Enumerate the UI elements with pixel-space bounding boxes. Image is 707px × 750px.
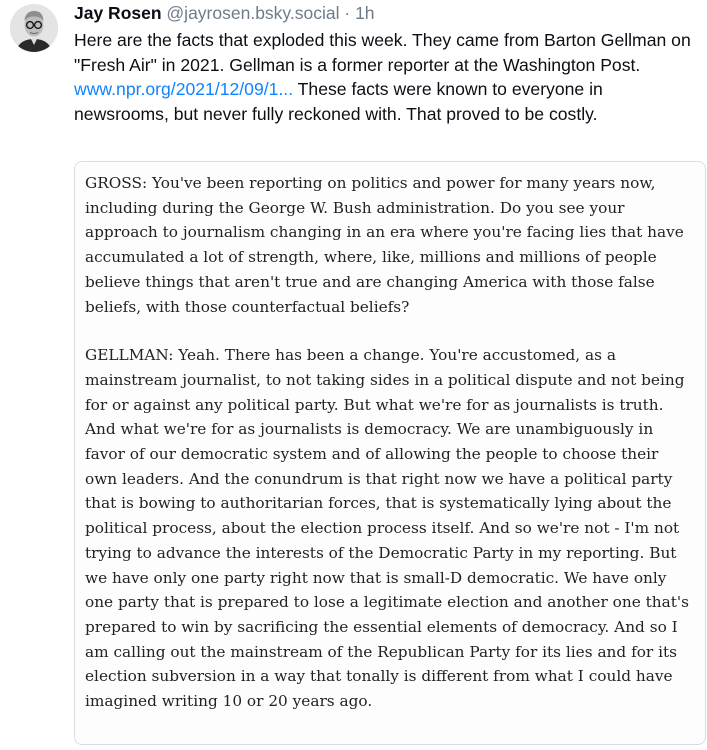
transcript-line: beliefs, with those counterfactual belie… [85, 297, 410, 316]
transcript-line: imagined writing 10 or 20 years ago. [85, 692, 373, 711]
transcript-line: election subversion in a way that tonall… [85, 667, 673, 686]
transcript-line: believe things that aren't true and are … [85, 272, 655, 291]
post-text-intro: Here are the facts that exploded this we… [74, 30, 691, 75]
transcript-line: one party that is prepared to lose a leg… [85, 593, 689, 612]
transcript-line: GELLMAN: Yeah. There has been a change. … [85, 346, 616, 365]
header-separator: · [344, 3, 351, 23]
transcript-text: GROSS: You've been reporting on politics… [85, 171, 703, 714]
transcript-line: political process, about the election pr… [85, 519, 680, 538]
transcript-line: favor of our democratic system and of al… [85, 445, 659, 464]
post-link[interactable]: www.npr.org/2021/12/09/1... [74, 79, 293, 99]
transcript-image[interactable]: GROSS: You've been reporting on politics… [74, 161, 706, 745]
transcript-line: And what we're for as journalists is dem… [85, 420, 654, 439]
transcript-line: mainstream journalist, to not taking sid… [85, 370, 685, 389]
transcript-line: for or against any political party. But … [85, 395, 664, 414]
transcript-line: we have only one party right now that is… [85, 568, 667, 587]
transcript-line: am calling out the mainstream of the Rep… [85, 642, 677, 661]
transcript-line: trying to advance the interests of the D… [85, 543, 677, 562]
transcript-line: prepared to win by sacrificing the essen… [85, 617, 678, 636]
post-content: Jay Rosen @jayrosen.bsky.social · 1h Her… [74, 0, 704, 126]
transcript-line: accumulated a lot of strength, where, li… [85, 248, 657, 267]
post-timestamp[interactable]: 1h [355, 3, 374, 23]
post-text: Here are the facts that exploded this we… [74, 28, 702, 126]
transcript-line: approach to journalism changing in an er… [85, 223, 684, 242]
author-handle[interactable]: @jayrosen.bsky.social [166, 3, 339, 23]
author-name[interactable]: Jay Rosen [74, 3, 162, 23]
avatar-photo [10, 4, 58, 52]
transcript-line: GROSS: You've been reporting on politics… [85, 174, 656, 192]
transcript-line: including during the George W. Bush admi… [85, 198, 625, 217]
transcript-line: that is bowing to authoritarian forces, … [85, 494, 672, 513]
transcript-line: own leaders. And the conundrum is that r… [85, 469, 673, 488]
post-header: Jay Rosen @jayrosen.bsky.social · 1h [74, 0, 704, 26]
avatar[interactable] [10, 4, 58, 52]
